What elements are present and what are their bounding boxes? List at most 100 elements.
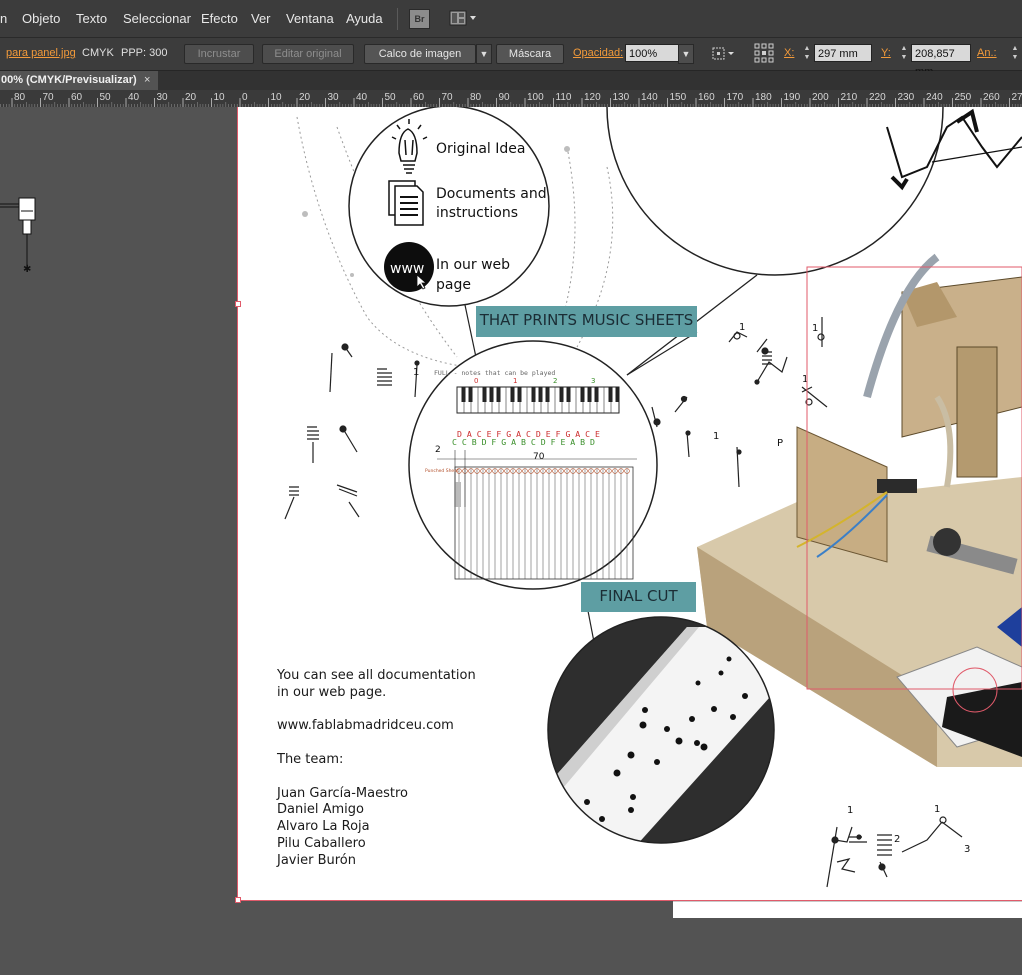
- svg-text:0: 0: [474, 377, 478, 385]
- ruler-label: 260: [983, 92, 1000, 103]
- pasteboard-object[interactable]: ✱: [0, 192, 45, 282]
- edit-original-button[interactable]: Editar original: [262, 44, 354, 64]
- ruler-label: 100: [527, 92, 544, 103]
- svg-text:2: 2: [553, 377, 557, 385]
- menu-item-objeto[interactable]: Objeto: [22, 11, 60, 26]
- svg-text:1: 1: [739, 322, 745, 333]
- horizontal-ruler[interactable]: 80 70 60 50 40 30 20 10 0 10 20 30 40 50 60 70 80 90 100 11…: [0, 90, 1022, 108]
- ruler-label: 120: [584, 92, 601, 103]
- artboard[interactable]: 13 12 1 1P 11 1 FULL - notes that can be…: [237, 107, 1022, 901]
- final-cut-banner: FINAL CUT: [581, 582, 696, 612]
- sheet-dimension-2: 2: [435, 445, 441, 455]
- menu-bar: n Objeto Texto Seleccionar Efecto Ver Ve…: [0, 0, 1022, 38]
- y-stepper-icon[interactable]: ▲ ▼: [899, 44, 909, 62]
- y-label: Y:: [881, 47, 891, 59]
- bridge-button[interactable]: Br: [409, 9, 430, 29]
- doc-text-line2: in our web page.: [277, 685, 387, 700]
- opacity-label[interactable]: Opacidad:: [573, 47, 623, 59]
- team-title: The team:: [277, 752, 344, 767]
- image-trace-button[interactable]: Calco de imagen: [364, 44, 476, 64]
- color-mode-label: CMYK: [82, 47, 114, 59]
- ruler-label: 40: [356, 92, 368, 103]
- ruler-label: 250: [955, 92, 972, 103]
- ruler-label: 0: [242, 92, 248, 103]
- ruler-label: 60: [413, 92, 425, 103]
- embed-button[interactable]: Incrustar: [184, 44, 254, 64]
- document-tab[interactable]: 00% (CMYK/Previsualizar) ×: [0, 71, 158, 90]
- ruler-label: 50: [100, 92, 112, 103]
- team-member: Alvaro La Roja: [277, 819, 370, 834]
- original-idea-label: Original Idea: [436, 141, 526, 157]
- documents-label-line2: instructions: [436, 205, 518, 221]
- bleed-guide-left: [237, 107, 238, 901]
- ruler-label: 10: [271, 92, 283, 103]
- opacity-dropdown-icon[interactable]: ▼: [678, 44, 694, 64]
- svg-text:1: 1: [847, 805, 853, 816]
- ruler-label: 240: [926, 92, 943, 103]
- alignment-icon[interactable]: [711, 46, 737, 65]
- selection-handle[interactable]: [235, 897, 241, 903]
- svg-text:1: 1: [812, 323, 818, 334]
- doc-text-line1: You can see all documentation: [277, 668, 476, 683]
- selection-handle[interactable]: [235, 301, 241, 307]
- canvas-area[interactable]: ✱ 1 3 1 2 1 1 P 1 1 1 FULL - notes that …: [0, 107, 1022, 975]
- ruler-label: 180: [755, 92, 772, 103]
- menu-item-efecto[interactable]: Efecto: [201, 11, 238, 26]
- svg-text:3: 3: [964, 844, 970, 855]
- ruler-label: 10: [214, 92, 226, 103]
- ruler-label: 210: [841, 92, 858, 103]
- mask-button[interactable]: Máscara: [496, 44, 564, 64]
- ruler-label: 60: [71, 92, 83, 103]
- y-field[interactable]: 208,857 mm: [911, 44, 971, 78]
- sheet-notes-green: C C B D F G A B C D F E A B D: [452, 437, 595, 447]
- x-field[interactable]: 297 mm: [814, 44, 872, 62]
- width-stepper-icon[interactable]: ▲ ▼: [1010, 44, 1020, 62]
- svg-text:1: 1: [934, 804, 940, 815]
- ruler-label: 220: [869, 92, 886, 103]
- menu-item-ventana[interactable]: Ventana: [286, 11, 334, 26]
- workspace-layout-icon[interactable]: [449, 10, 479, 27]
- menu-separator: [397, 8, 398, 30]
- ruler-label: 200: [812, 92, 829, 103]
- menu-item-seleccionar[interactable]: Seleccionar: [123, 11, 191, 26]
- ruler-label: 230: [898, 92, 915, 103]
- linked-file-link[interactable]: para panel.jpg: [6, 47, 76, 59]
- ruler-label: 140: [641, 92, 658, 103]
- ruler-label: 20: [299, 92, 311, 103]
- page-shadow: [673, 901, 1022, 918]
- ruler-label: 80: [14, 92, 26, 103]
- menu-item-texto[interactable]: Texto: [76, 11, 107, 26]
- x-stepper-icon[interactable]: ▲ ▼: [802, 44, 812, 62]
- ruler-label: 190: [784, 92, 801, 103]
- menu-item-ayuda[interactable]: Ayuda: [346, 11, 383, 26]
- ruler-label: 80: [470, 92, 482, 103]
- menu-item-partial[interactable]: n: [0, 11, 7, 26]
- width-label: An.:: [977, 47, 997, 59]
- ruler-label: 110: [556, 92, 572, 103]
- web-label-line1: In our web: [436, 257, 511, 273]
- reference-point-icon[interactable]: [754, 43, 774, 66]
- document-tab-title: 00% (CMYK/Previsualizar): [1, 74, 137, 86]
- opacity-field[interactable]: 100%: [625, 44, 679, 62]
- sheet-dimension-70: 70: [533, 452, 545, 462]
- ruler-label: 20: [185, 92, 197, 103]
- document-tab-bar: 00% (CMYK/Previsualizar) ×: [0, 71, 1022, 90]
- svg-text:1: 1: [513, 377, 517, 385]
- ruler-label: 270: [1012, 92, 1022, 103]
- ruler-ticks: 80 70 60 50 40 30 20 10 0 10 20 30 40 50 60 70 80 90 100 11…: [0, 92, 1022, 107]
- documents-label-line1: Documents and: [436, 186, 547, 202]
- www-text: www: [390, 261, 424, 277]
- svg-text:3: 3: [591, 377, 595, 385]
- web-label-line2: page: [436, 277, 471, 293]
- menu-item-ver[interactable]: Ver: [251, 11, 271, 26]
- image-trace-dropdown-icon[interactable]: ▼: [476, 44, 492, 64]
- svg-text:✱: ✱: [23, 264, 31, 275]
- ruler-label: 160: [698, 92, 715, 103]
- ruler-label: 90: [499, 92, 511, 103]
- ruler-label: 30: [328, 92, 340, 103]
- close-tab-icon[interactable]: ×: [144, 71, 150, 90]
- music-sheets-banner: THAT PRINTS MUSIC SHEETS: [476, 306, 697, 337]
- x-label: X:: [784, 47, 795, 59]
- ruler-label: 50: [385, 92, 397, 103]
- bleed-guide-bottom: [237, 900, 1022, 901]
